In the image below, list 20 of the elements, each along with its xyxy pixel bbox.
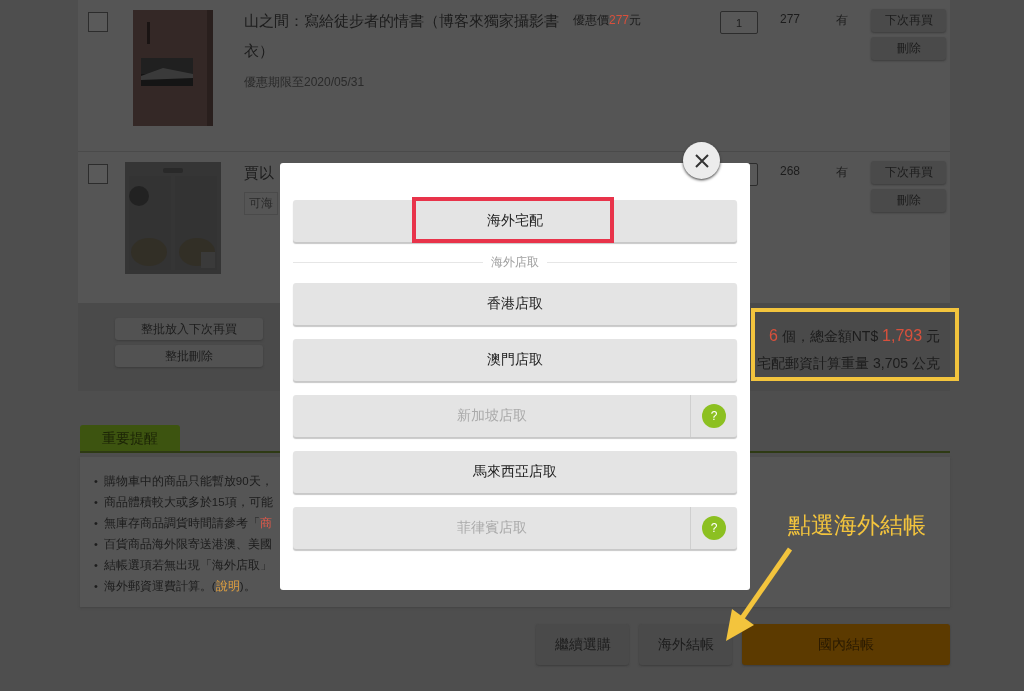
subtotal: 268	[780, 164, 802, 178]
option-button[interactable]: 馬來西亞店取	[293, 451, 737, 493]
checkbox[interactable]	[88, 12, 108, 32]
bullet: •	[94, 578, 98, 593]
quantity-field[interactable]: 1	[720, 11, 758, 34]
section-label: 海外店取	[491, 254, 539, 271]
link[interactable]: 商	[259, 516, 272, 529]
option-button[interactable]: 澳門店取	[293, 339, 737, 381]
callout-text: 點選海外結帳	[788, 511, 926, 540]
bullet: •	[94, 473, 98, 488]
bullet: •	[94, 536, 98, 551]
bullet: •	[94, 515, 98, 530]
bullet: •	[94, 557, 98, 572]
bullet: •	[94, 494, 98, 509]
close-icon	[693, 152, 710, 169]
subtotal: 277	[780, 12, 802, 26]
option-button[interactable]: 香港店取	[293, 283, 737, 325]
checkbox[interactable]	[88, 164, 108, 184]
link[interactable]: 說明	[215, 579, 240, 592]
option-button[interactable]: 海外宅配	[293, 200, 737, 242]
